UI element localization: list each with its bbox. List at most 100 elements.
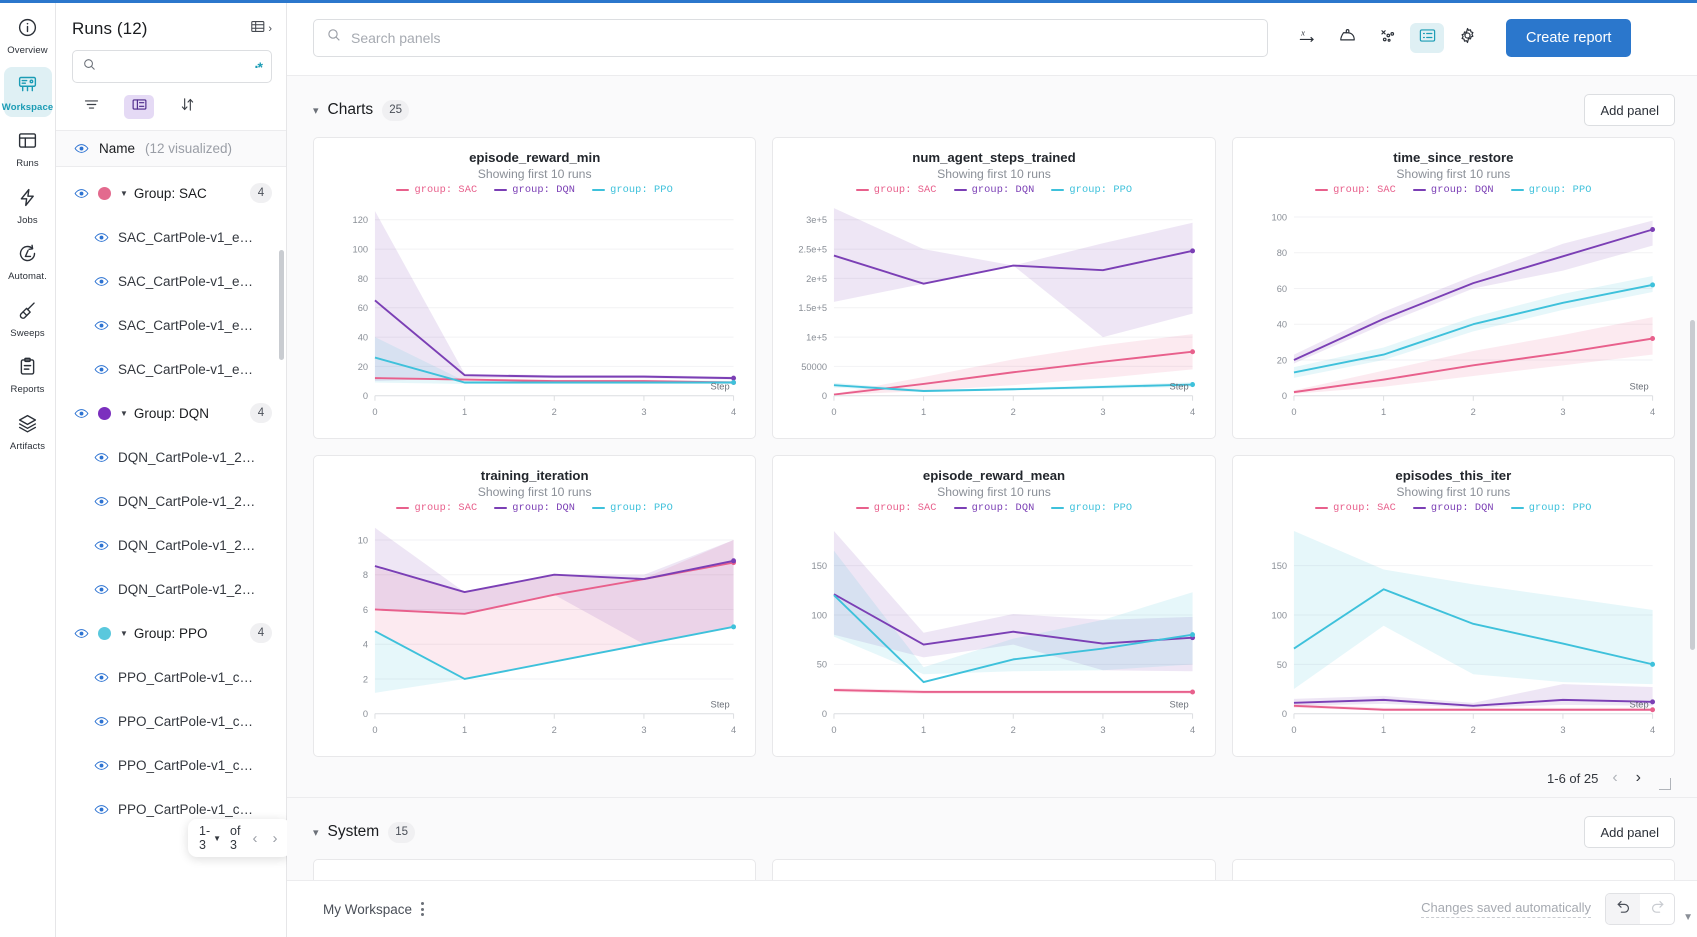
legend-item[interactable]: group: DQN (494, 502, 575, 514)
chart-panel[interactable]: episodes_this_iter Showing first 10 runs g… (1231, 455, 1675, 757)
eye-icon[interactable] (94, 714, 109, 729)
eye-icon[interactable] (94, 758, 109, 773)
runs-scrollbar[interactable] (279, 250, 284, 360)
sort-button[interactable] (172, 95, 202, 119)
legend-item[interactable]: group: PPO (1510, 502, 1592, 514)
next-page-button[interactable]: › (269, 830, 280, 847)
chevron-down-icon[interactable]: ▾ (313, 826, 319, 839)
run-row[interactable]: DQN_CartPole-v1_2… (56, 479, 286, 523)
sidebar-item-sweeps[interactable]: Sweeps (4, 293, 52, 344)
regex-toggle-icon[interactable]: . * (254, 56, 263, 75)
chart-panel[interactable]: episode_reward_mean Showing first 10 runs… (772, 455, 1216, 757)
legend-item[interactable]: group: DQN (953, 502, 1035, 514)
run-row[interactable]: PPO_CartPole-v1_c… (56, 699, 286, 743)
system-panel[interactable] (313, 859, 757, 880)
run-row[interactable]: DQN_CartPole-v1_2… (56, 523, 286, 567)
add-panel-button[interactable]: Add panel (1584, 94, 1675, 126)
eye-icon[interactable] (74, 406, 89, 421)
chevron-down-icon[interactable]: ▼ (120, 629, 128, 638)
sidebar-item-jobs[interactable]: Jobs (4, 180, 52, 231)
create-report-button[interactable]: Create report (1506, 18, 1632, 57)
add-panel-button[interactable]: Add panel (1584, 816, 1675, 848)
run-row[interactable]: SAC_CartPole-v1_e… (56, 259, 286, 303)
panels-scroll-area[interactable]: ▾ Charts 25 Add panel episode_reward_min… (287, 76, 1697, 880)
run-group-row[interactable]: ▼ Group: PPO 4 (56, 611, 286, 655)
eye-icon[interactable] (94, 230, 109, 245)
sidebar-item-automations[interactable]: Automat. (4, 236, 52, 287)
system-panel[interactable] (772, 859, 1216, 880)
group-button[interactable] (124, 95, 154, 119)
legend-item[interactable]: group: DQN (1412, 502, 1494, 514)
eye-icon[interactable] (74, 141, 89, 156)
run-group-row[interactable]: ▼ Group: SAC 4 (56, 171, 286, 215)
smoothing-button[interactable] (1330, 23, 1364, 53)
prev-page-button[interactable]: ‹ (249, 830, 260, 847)
run-group-row[interactable]: ▼ Group: DQN 4 (56, 391, 286, 435)
chevron-down-icon[interactable]: ▼ (120, 409, 128, 418)
filter-button[interactable] (76, 95, 106, 119)
charts-prev-button[interactable]: ‹ (1608, 769, 1621, 787)
eye-icon[interactable] (94, 670, 109, 685)
chart-plot[interactable]: 0 50000 1e+5 1.5e+5 2e+5 2.5e+5 3e+5 0 1 2 3 4 Step (783, 200, 1204, 430)
panel-search-box[interactable] (313, 18, 1268, 57)
legend-item[interactable]: group: DQN (953, 184, 1035, 196)
run-row[interactable]: SAC_CartPole-v1_e… (56, 347, 286, 391)
eye-icon[interactable] (94, 538, 109, 553)
chart-plot[interactable]: 0 50 100 150 0 1 2 3 4 Step (1243, 518, 1664, 748)
main-scrollbar[interactable] (1690, 320, 1695, 650)
charts-next-button[interactable]: › (1632, 769, 1645, 787)
outliers-button[interactable] (1370, 23, 1404, 53)
legend-item[interactable]: group: PPO (1051, 184, 1132, 196)
legend-item[interactable]: group: SAC (396, 502, 477, 514)
legend-item[interactable]: group: PPO (1051, 502, 1132, 514)
eye-icon[interactable] (94, 582, 109, 597)
legend-item[interactable]: group: SAC (1315, 502, 1396, 514)
panel-search-input[interactable] (351, 29, 1255, 46)
chevron-down-icon[interactable]: ▾ (313, 104, 319, 117)
run-row[interactable]: SAC_CartPole-v1_e… (56, 303, 286, 347)
chart-panel[interactable]: num_agent_steps_trained Showing first 10 … (772, 137, 1216, 439)
redo-button[interactable] (1640, 894, 1674, 924)
page-range-dropdown[interactable]: 1-3 ▼ (199, 824, 221, 852)
more-options-icon[interactable] (421, 902, 425, 916)
runs-search-box[interactable]: . * (72, 50, 272, 83)
legend-item[interactable]: group: PPO (1510, 184, 1592, 196)
legend-item[interactable]: group: PPO (592, 184, 673, 196)
scroll-down-icon[interactable]: ▼ (1683, 912, 1693, 923)
expand-table-button[interactable]: › (250, 18, 272, 40)
eye-icon[interactable] (94, 362, 109, 377)
legend-item[interactable]: group: SAC (855, 502, 937, 514)
sidebar-item-artifacts[interactable]: Artifacts (4, 406, 52, 457)
eye-icon[interactable] (74, 186, 89, 201)
chart-plot[interactable]: 0 20 40 60 80 100 120 0 1 2 3 4 Step (324, 200, 745, 430)
eye-icon[interactable] (94, 802, 109, 817)
chart-panel[interactable]: training_iteration Showing first 10 runs g… (313, 455, 757, 757)
run-row[interactable]: PPO_CartPole-v1_c… (56, 743, 286, 787)
run-row[interactable]: PPO_CartPole-v1_c… (56, 655, 286, 699)
chart-panel[interactable]: time_since_restore Showing first 10 runs g… (1231, 137, 1675, 439)
run-row[interactable]: DQN_CartPole-v1_2… (56, 435, 286, 479)
legend-item[interactable]: group: SAC (855, 184, 937, 196)
chevron-down-icon[interactable]: ▼ (120, 189, 128, 198)
legend-item[interactable]: group: DQN (494, 184, 575, 196)
chart-plot[interactable]: 0 20 40 60 80 100 0 1 2 3 4 Step (1243, 200, 1664, 430)
chart-plot[interactable]: 0 50 100 150 0 1 2 3 4 Step (783, 518, 1204, 748)
eye-icon[interactable] (94, 274, 109, 289)
run-row[interactable]: SAC_CartPole-v1_e… (56, 215, 286, 259)
system-panel[interactable] (1231, 859, 1675, 880)
eye-icon[interactable] (94, 494, 109, 509)
eye-icon[interactable] (94, 318, 109, 333)
eye-icon[interactable] (94, 450, 109, 465)
sidebar-item-workspace[interactable]: Workspace (2, 66, 53, 117)
runs-search-input[interactable] (105, 59, 247, 74)
chart-plot[interactable]: 0 2 4 6 8 10 0 1 2 3 4 Step (324, 518, 745, 748)
sidebar-item-reports[interactable]: Reports (4, 349, 52, 400)
runs-name-header[interactable]: Name (12 visualized) (56, 130, 286, 167)
run-row[interactable]: DQN_CartPole-v1_2… (56, 567, 286, 611)
x-axis-button[interactable]: x (1290, 23, 1324, 53)
sidebar-item-overview[interactable]: Overview (4, 10, 52, 61)
legend-item[interactable]: group: PPO (592, 502, 673, 514)
panel-layout-button[interactable] (1410, 22, 1444, 53)
legend-item[interactable]: group: DQN (1412, 184, 1494, 196)
sidebar-item-runs[interactable]: Runs (4, 123, 52, 174)
